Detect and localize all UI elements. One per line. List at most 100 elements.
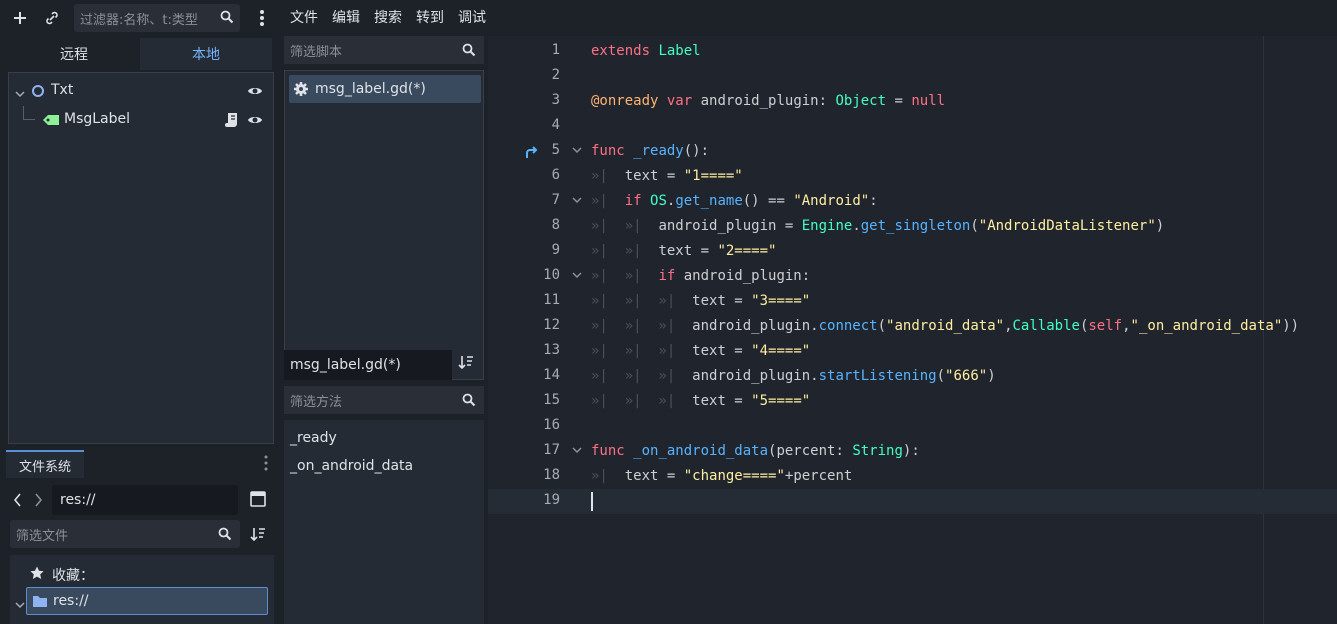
line-number: 6 bbox=[551, 167, 560, 183]
star-icon bbox=[30, 566, 44, 584]
code-line-3: @onready var android_plugin: Object = nu… bbox=[591, 93, 946, 109]
method-item-ready[interactable]: _ready bbox=[290, 424, 337, 452]
tree-node-label: Txt bbox=[51, 82, 74, 98]
search-icon bbox=[462, 393, 476, 411]
path-input[interactable]: res:// bbox=[52, 485, 238, 515]
line-number: 11 bbox=[543, 292, 560, 308]
tree-node-txt[interactable]: Txt bbox=[9, 77, 273, 105]
filesystem-header: 文件系统 bbox=[6, 450, 276, 478]
favorites-label: 收藏： bbox=[52, 568, 94, 584]
link-icon[interactable] bbox=[38, 4, 66, 32]
res-folder-row[interactable]: res:// bbox=[26, 587, 268, 615]
current-line-highlight bbox=[488, 489, 1337, 514]
method-list: _ready _on_android_data bbox=[284, 420, 484, 624]
line-number: 2 bbox=[551, 67, 560, 83]
more-options-icon[interactable] bbox=[248, 4, 276, 32]
tab-local[interactable]: 本地 bbox=[140, 38, 272, 70]
tree-node-label: MsgLabel bbox=[64, 111, 131, 127]
menu-bar: 文件 编辑 搜索 转到 调试 bbox=[282, 0, 1337, 34]
tab-filesystem[interactable]: 文件系统 bbox=[6, 450, 84, 478]
line-number: 10 bbox=[543, 267, 560, 283]
search-icon bbox=[218, 527, 232, 545]
add-node-icon[interactable] bbox=[6, 4, 34, 32]
script-panel: 筛选脚本 msg_label.gd(*) msg_label.gd(*) 筛选方… bbox=[282, 36, 486, 624]
code-editor[interactable]: 1 2 3 4 5 6 7 8 9 10 11 12 13 14 15 16 1… bbox=[488, 36, 1337, 624]
line-number: 18 bbox=[543, 467, 560, 483]
path-row: res:// bbox=[8, 485, 272, 515]
menu-file[interactable]: 文件 bbox=[290, 7, 318, 27]
path-value: res:// bbox=[60, 492, 96, 508]
scene-tabs: 远程 本地 bbox=[8, 38, 272, 70]
line-number: 12 bbox=[543, 317, 560, 333]
line-number: 9 bbox=[551, 242, 560, 258]
res-folder-label: res:// bbox=[53, 593, 89, 609]
file-filter-placeholder: 筛选文件 bbox=[16, 528, 69, 544]
sort-icon[interactable] bbox=[250, 526, 266, 546]
code-line-5: func _ready(): bbox=[591, 143, 710, 159]
filter-scripts-placeholder: 筛选脚本 bbox=[290, 44, 343, 60]
more-options-icon[interactable] bbox=[264, 455, 268, 475]
current-script-label: msg_label.gd(*) bbox=[290, 357, 401, 373]
eye-icon[interactable] bbox=[247, 113, 263, 131]
connection-icon[interactable] bbox=[525, 145, 539, 163]
tree-node-msglabel[interactable]: MsgLabel bbox=[9, 106, 273, 134]
script-list-item[interactable]: msg_label.gd(*) bbox=[289, 75, 481, 103]
line-number: 7 bbox=[551, 192, 560, 208]
fold-arrow-icon[interactable] bbox=[572, 446, 582, 457]
tab-remote[interactable]: 远程 bbox=[8, 38, 140, 70]
folder-icon bbox=[32, 594, 48, 612]
code-line-9: »| »| text = "2====" bbox=[591, 243, 777, 259]
method-item-on-android-data[interactable]: _on_android_data bbox=[290, 452, 413, 480]
chevron-left-icon[interactable] bbox=[13, 493, 22, 511]
filter-methods-input[interactable]: 筛选方法 bbox=[284, 386, 484, 414]
scene-filter-input[interactable]: 过滤器:名称、t:类型 bbox=[74, 4, 240, 32]
fold-arrow-icon[interactable] bbox=[572, 271, 582, 282]
control-node-icon bbox=[31, 84, 45, 102]
filesystem-tree: 收藏： res:// bbox=[10, 555, 274, 624]
label-node-icon bbox=[43, 114, 59, 130]
line-number: 14 bbox=[543, 367, 560, 383]
file-filter-input[interactable]: 筛选文件 bbox=[10, 520, 240, 548]
scene-tree: Txt MsgLabel bbox=[8, 72, 274, 444]
line-number: 16 bbox=[543, 417, 560, 433]
line-number: 8 bbox=[551, 217, 560, 233]
menu-goto[interactable]: 转到 bbox=[416, 7, 444, 27]
script-item-label: msg_label.gd(*) bbox=[315, 81, 426, 97]
code-line-6: »| text = "1====" bbox=[591, 168, 743, 184]
left-dock: 过滤器:名称、t:类型 远程 本地 Txt MsgLabel 文件系统 res:… bbox=[0, 0, 278, 624]
chevron-down-icon[interactable] bbox=[15, 86, 25, 102]
current-script-name: msg_label.gd(*) bbox=[284, 350, 452, 380]
menu-debug[interactable]: 调试 bbox=[458, 7, 486, 27]
filter-scripts-input[interactable]: 筛选脚本 bbox=[284, 36, 484, 64]
tree-branch-line bbox=[23, 106, 35, 120]
code-line-14: »| »| »| android_plugin.startListening("… bbox=[591, 368, 996, 384]
code-line-10: »| »| if android_plugin: bbox=[591, 268, 811, 284]
line-number: 15 bbox=[543, 392, 560, 408]
favorites-row[interactable]: 收藏： bbox=[10, 559, 274, 587]
sort-icon[interactable] bbox=[458, 354, 474, 374]
chevron-right-icon[interactable] bbox=[34, 493, 43, 511]
code-line-1: extends Label bbox=[591, 43, 701, 59]
menu-search[interactable]: 搜索 bbox=[374, 7, 402, 27]
fold-arrow-icon[interactable] bbox=[572, 146, 582, 157]
code-line-7: »| if OS.get_name() == "Android": bbox=[591, 193, 878, 209]
search-icon bbox=[462, 43, 476, 61]
menu-edit[interactable]: 编辑 bbox=[332, 7, 360, 27]
line-number: 4 bbox=[551, 117, 560, 133]
line-number: 3 bbox=[551, 92, 560, 108]
script-icon[interactable] bbox=[225, 112, 239, 132]
code-line-17: func _on_android_data(percent: String): bbox=[591, 443, 920, 459]
code-line-8: »| »| android_plugin = Engine.get_single… bbox=[591, 218, 1165, 234]
chevron-down-icon[interactable] bbox=[15, 597, 25, 613]
line-number: 1 bbox=[551, 42, 560, 58]
window-icon[interactable] bbox=[250, 491, 266, 511]
code-line-13: »| »| »| text = "4====" bbox=[591, 343, 811, 359]
script-list: msg_label.gd(*) bbox=[284, 70, 484, 380]
eye-icon[interactable] bbox=[247, 84, 263, 102]
search-icon bbox=[220, 10, 234, 28]
filter-methods-placeholder: 筛选方法 bbox=[290, 394, 343, 410]
code-line-18: »| text = "change===="+percent bbox=[591, 468, 853, 484]
fold-arrow-icon[interactable] bbox=[572, 196, 582, 207]
line-number: 17 bbox=[543, 442, 560, 458]
gear-icon bbox=[293, 81, 309, 97]
